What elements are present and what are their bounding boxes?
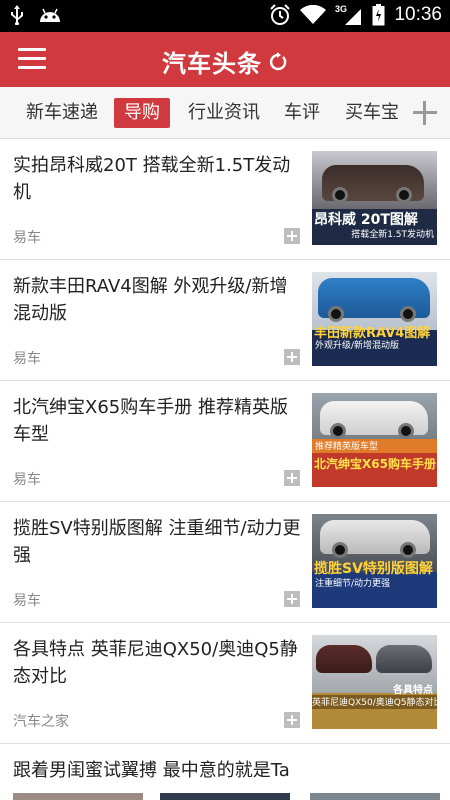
tab-buying-guide[interactable]: 导购 (114, 98, 170, 128)
news-item[interactable]: 实拍昂科威20T 搭载全新1.5T发动机 易车 昂科威 20T图解 搭载全新1.… (0, 139, 450, 260)
news-title: 跟着男闺蜜试翼搏 最中意的就是Ta (13, 760, 290, 781)
more-options-icon[interactable] (284, 349, 300, 365)
app-header: 汽车头条 (0, 32, 450, 87)
news-thumbnail: 各具特点 英菲尼迪QX50/奥迪Q5静态对比 (312, 635, 437, 729)
tab-car-buying[interactable]: 买车宝 (340, 98, 404, 128)
news-title: 新款丰田RAV4图解 外观升级/新增混动版 (13, 276, 288, 324)
more-options-icon[interactable] (284, 470, 300, 486)
app-title: 汽车头条 (162, 50, 262, 78)
battery-icon (372, 4, 385, 26)
next-item-images-peek (0, 793, 450, 800)
news-source: 易车 (13, 230, 41, 246)
tab-new-cars[interactable]: 新车速递 (20, 98, 104, 128)
thumb-caption: 揽胜SV特别版图解 (314, 561, 433, 577)
app-title-bar: 汽车头条 (0, 44, 450, 79)
news-thumbnail: 推荐精英版车型 北汽绅宝X65购车手册 (312, 393, 437, 487)
svg-text:3G: 3G (335, 4, 347, 14)
news-thumbnail: 昂科威 20T图解 搭载全新1.5T发动机 (312, 151, 437, 245)
thumb-caption: 昂科威 20T图解 (314, 212, 418, 228)
thumb-subcaption: 搭载全新1.5T发动机 (351, 230, 434, 240)
news-item[interactable]: 跟着男闺蜜试翼搏 最中意的就是Ta (0, 744, 450, 800)
news-source: 易车 (13, 593, 41, 609)
news-list: 实拍昂科威20T 搭载全新1.5T发动机 易车 昂科威 20T图解 搭载全新1.… (0, 139, 450, 800)
wifi-icon (300, 5, 327, 25)
news-title: 北汽绅宝X65购车手册 推荐精英版车型 (13, 397, 288, 445)
alarm-icon (269, 4, 291, 26)
news-source: 易车 (13, 351, 41, 367)
usb-icon (10, 5, 24, 25)
news-title: 实拍昂科威20T 搭载全新1.5T发动机 (13, 155, 291, 203)
thumb-caption: 北汽绅宝X65购车手册 (314, 457, 436, 471)
android-icon (38, 7, 62, 23)
refresh-icon[interactable] (268, 51, 288, 72)
news-thumbnail: 揽胜SV特别版图解 注重细节/动力更强 (312, 514, 437, 608)
thumb-subcaption: 英菲尼迪QX50/奥迪Q5静态对比 (312, 695, 437, 709)
thumb-subcaption: 推荐精英版车型 (312, 439, 437, 453)
thumb-subcaption: 外观升级/新增混动版 (315, 341, 400, 351)
news-source: 易车 (13, 472, 41, 488)
news-title: 各具特点 英菲尼迪QX50/奥迪Q5静态对比 (13, 639, 298, 687)
tab-industry-news[interactable]: 行业资讯 (182, 98, 266, 128)
thumb-caption: 各具特点 (393, 685, 433, 696)
more-options-icon[interactable] (284, 591, 300, 607)
add-tab-icon[interactable] (408, 96, 442, 130)
more-options-icon[interactable] (284, 228, 300, 244)
more-options-icon[interactable] (284, 712, 300, 728)
news-thumbnail: 丰田新款RAV4图解 外观升级/新增混动版 (312, 272, 437, 366)
category-tab-bar: 新车速递 导购 行业资讯 车评 买车宝 (0, 87, 450, 139)
news-item[interactable]: 北汽绅宝X65购车手册 推荐精英版车型 易车 推荐精英版车型 北汽绅宝X65购车… (0, 381, 450, 502)
tab-car-reviews[interactable]: 车评 (278, 98, 326, 128)
news-item[interactable]: 各具特点 英菲尼迪QX50/奥迪Q5静态对比 汽车之家 各具特点 英菲尼迪QX5… (0, 623, 450, 744)
news-title: 揽胜SV特别版图解 注重细节/动力更强 (13, 518, 301, 566)
news-item[interactable]: 揽胜SV特别版图解 注重细节/动力更强 易车 揽胜SV特别版图解 注重细节/动力… (0, 502, 450, 623)
news-source: 汽车之家 (13, 714, 69, 730)
clock: 10:36 (394, 4, 442, 25)
thumb-subcaption: 注重细节/动力更强 (315, 579, 391, 589)
signal-icon: 3G (335, 4, 363, 26)
status-bar: 3G 10:36 (0, 0, 450, 32)
news-item[interactable]: 新款丰田RAV4图解 外观升级/新增混动版 易车 丰田新款RAV4图解 外观升级… (0, 260, 450, 381)
